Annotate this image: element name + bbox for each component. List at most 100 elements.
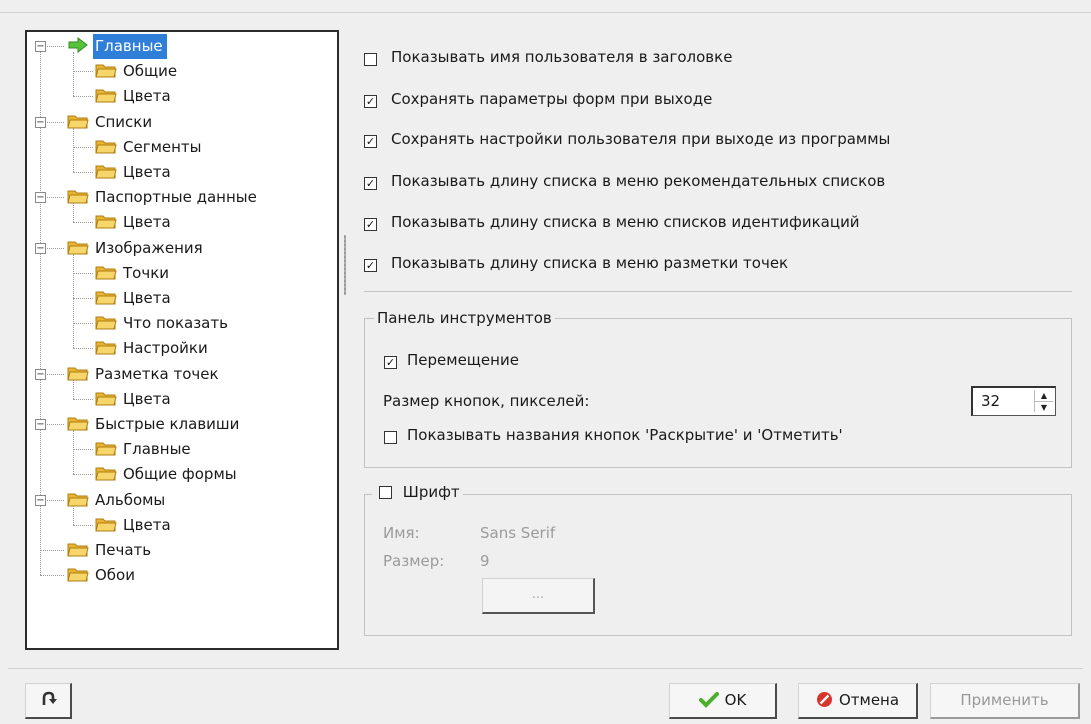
cancel-label: Отмена — [838, 691, 900, 709]
folder-icon — [95, 442, 117, 456]
spin-down-icon[interactable]: ▼ — [1035, 401, 1053, 413]
folder-icon — [67, 493, 89, 507]
collapse-icon[interactable]: − — [35, 419, 46, 430]
tree-item[interactable]: Общие — [95, 59, 181, 84]
option-label: Показывать длину списка в меню рекоменда… — [391, 172, 886, 190]
tree-guide — [73, 505, 74, 525]
tree-item[interactable]: Цвета — [95, 160, 175, 185]
option-checkbox[interactable]: ✓ — [364, 218, 377, 231]
tree-item[interactable]: Главные — [95, 437, 195, 462]
collapse-icon[interactable]: − — [35, 41, 46, 52]
tree-item[interactable]: Главные — [67, 34, 167, 59]
option-label: Показывать имя пользователя в заголовке — [391, 48, 733, 66]
tree-connector — [73, 222, 93, 224]
folder-icon — [95, 392, 117, 406]
font-name-value: Sans Serif — [480, 524, 556, 542]
font-group-title: Шрифт — [402, 483, 460, 501]
button-size-spinbox[interactable]: 32 ▲ ▼ — [971, 386, 1056, 416]
tree-item[interactable]: Точки — [95, 261, 173, 286]
collapse-icon[interactable]: − — [35, 242, 46, 254]
choose-font-button[interactable]: ... — [482, 578, 595, 614]
tree-item[interactable]: Цвета — [95, 210, 175, 235]
font-size-label: Размер: — [383, 552, 445, 570]
tree-item[interactable]: Альбомы — [67, 488, 169, 513]
tree-item[interactable]: Печать — [67, 538, 155, 563]
tree-item-label: Цвета — [123, 87, 171, 106]
tree-guide — [73, 52, 74, 97]
tree-item-label: Цвета — [123, 163, 171, 181]
tree-item[interactable]: Настройки — [95, 336, 212, 361]
reset-button[interactable] — [25, 683, 72, 719]
folder-icon — [95, 215, 117, 229]
option-checkbox[interactable]: ✓ — [364, 177, 377, 190]
tree-item-label: Альбомы — [95, 490, 166, 509]
tree-item[interactable]: Обои — [67, 563, 139, 588]
tree-item-label: Цвета — [123, 213, 171, 232]
undo-icon — [42, 691, 57, 705]
tree-guide — [73, 203, 74, 223]
tree-item-label: Сегменты — [123, 137, 202, 156]
option-checkbox[interactable]: ✓ — [364, 95, 377, 108]
ok-button[interactable]: OK — [669, 683, 777, 719]
tree-item-label: Общие — [123, 62, 178, 81]
tree-item[interactable]: Списки — [67, 110, 156, 135]
options-separator — [364, 291, 1072, 292]
option-checkbox[interactable]: ✓ — [364, 135, 377, 148]
collapse-icon[interactable]: − — [35, 368, 46, 380]
tree-connector — [73, 348, 93, 350]
show-button-names-checkbox[interactable] — [384, 431, 397, 444]
tree-item[interactable]: Что показать — [95, 311, 232, 336]
option-checkbox[interactable]: ✓ — [364, 259, 377, 272]
tree-item-label: Цвета — [123, 289, 171, 307]
tree-item[interactable]: Цвета — [95, 84, 175, 109]
cancel-button[interactable]: Отмена — [798, 683, 918, 719]
tree-item[interactable]: Цвета — [95, 513, 175, 538]
tree-item-label: Главные — [93, 34, 167, 59]
folder-icon — [95, 467, 117, 481]
option-label: Показывать длину списка в меню разметки … — [391, 254, 789, 272]
collapse-icon[interactable]: − — [35, 494, 46, 506]
apply-button[interactable]: Применить — [930, 683, 1080, 719]
collapse-icon[interactable]: − — [35, 192, 46, 204]
folder-icon — [67, 543, 89, 557]
move-checkbox[interactable]: ✓ — [384, 356, 397, 369]
tree-item[interactable]: Паспортные данные — [67, 185, 261, 210]
tree-item-label: Настройки — [123, 339, 208, 358]
toolbar-group-title: Панель инструментов — [374, 309, 555, 327]
option-checkbox[interactable] — [364, 53, 377, 66]
tree-item-label: Обои — [95, 566, 135, 585]
font-checkbox[interactable] — [379, 486, 392, 499]
tree-guide — [73, 379, 74, 399]
tree-connector — [73, 323, 93, 325]
option-label: Сохранять настройки пользователя при вых… — [391, 130, 891, 148]
settings-tree[interactable]: Главные − Общие Цвета Списки − Сегменты Цвета Па… — [25, 30, 339, 650]
apply-label: Применить — [960, 691, 1049, 709]
tree-item[interactable]: Общие формы — [95, 462, 241, 487]
font-group-header: Шрифт — [372, 483, 463, 503]
tree-item[interactable]: Разметка точек — [67, 362, 223, 387]
tree-item[interactable]: Изображения — [67, 236, 207, 261]
folder-icon — [67, 241, 89, 255]
folder-icon — [95, 89, 117, 103]
tree-connector — [73, 272, 93, 274]
spin-up-icon[interactable]: ▲ — [1035, 390, 1053, 401]
tree-connector — [73, 449, 93, 451]
tree-item[interactable]: Цвета — [95, 387, 175, 412]
collapse-icon[interactable]: − — [35, 116, 46, 128]
folder-icon — [67, 367, 89, 381]
tree-item-label: Что показать — [123, 314, 228, 333]
folder-icon — [95, 140, 117, 154]
tree-item[interactable]: Сегменты — [95, 135, 206, 160]
folder-icon — [95, 316, 117, 330]
arrow-right-icon — [68, 37, 88, 53]
button-size-label: Размер кнопок, пикселей: — [383, 392, 590, 410]
folder-icon — [67, 417, 89, 431]
tree-item[interactable]: Цвета — [95, 286, 175, 311]
tree-item[interactable]: Быстрые клавиши — [67, 412, 243, 437]
tree-connector — [73, 146, 93, 148]
option-label: Сохранять параметры форм при выходе — [391, 90, 713, 108]
tree-item-label: Разметка точек — [95, 364, 219, 383]
splitter-handle[interactable] — [344, 235, 346, 295]
folder-icon — [67, 115, 89, 129]
tree-connector — [73, 71, 93, 73]
